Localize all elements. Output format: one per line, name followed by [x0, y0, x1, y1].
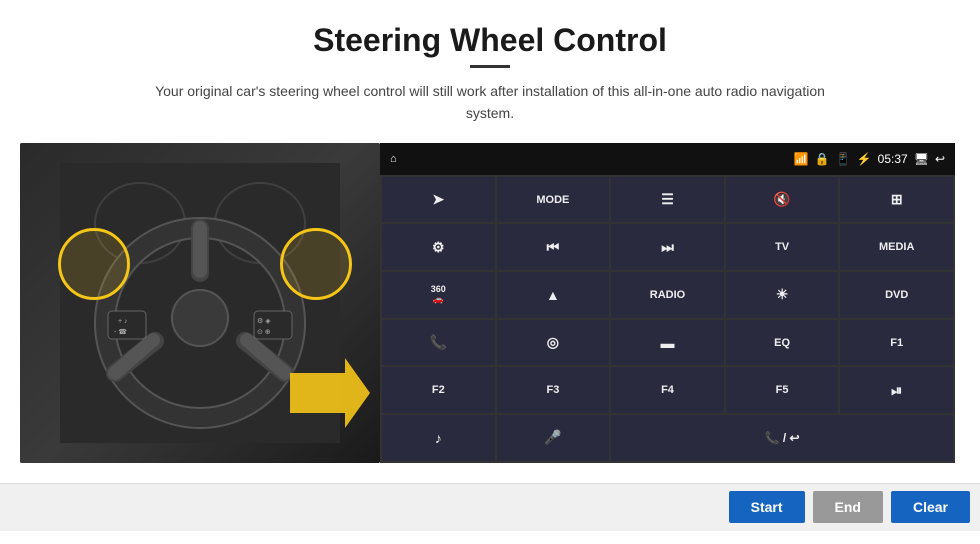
btn-f3[interactable]: F3 [497, 367, 610, 413]
status-right: 📶 🔒 📱 ⚡ 05:37 🖥 ↩ [794, 152, 945, 166]
lock-icon: 🔒 [815, 152, 830, 166]
svg-text:- ☎: - ☎ [114, 328, 127, 336]
btn-eject[interactable]: ▲ [497, 272, 610, 318]
btn-call[interactable]: 📞 / ↩ [611, 415, 953, 461]
btn-apps[interactable]: ⊞ [840, 177, 953, 223]
btn-settings[interactable]: ⚙ [382, 224, 495, 270]
button-grid: ➤ MODE ☰ 🔇 ⊞ ⚙ ⏮ ⏭ TV MEDIA 360🚗 ▲ RADIO… [380, 175, 955, 463]
bottom-bar: Start End Clear [0, 483, 980, 531]
btn-nav2[interactable]: ◎ [497, 320, 610, 366]
status-left: ⌂ [390, 153, 397, 165]
btn-f5[interactable]: F5 [726, 367, 839, 413]
back-icon: ↩ [935, 152, 945, 166]
svg-text:⊙ ⊕: ⊙ ⊕ [257, 329, 271, 336]
highlight-circle-right [280, 228, 352, 300]
clear-button[interactable]: Clear [891, 491, 970, 523]
clock: 05:37 [878, 152, 908, 166]
highlight-circle-left [58, 228, 130, 300]
page-title: Steering Wheel Control [0, 0, 980, 65]
btn-mode[interactable]: MODE [497, 177, 610, 223]
btn-dvd[interactable]: DVD [840, 272, 953, 318]
start-button[interactable]: Start [729, 491, 805, 523]
btn-eq[interactable]: EQ [726, 320, 839, 366]
btn-mute[interactable]: 🔇 [726, 177, 839, 223]
btn-prev[interactable]: ⏮ [497, 224, 610, 270]
subtitle: Your original car's steering wheel contr… [140, 80, 840, 125]
android-panel: ⌂ 📶 🔒 📱 ⚡ 05:37 🖥 ↩ ➤ MODE ☰ 🔇 ⊞ ⚙ ⏮ ⏭ [380, 143, 955, 463]
btn-list[interactable]: ☰ [611, 177, 724, 223]
svg-text:⚙ ◈: ⚙ ◈ [257, 317, 271, 325]
sim-icon: 📱 [836, 152, 851, 166]
btn-playpause[interactable]: ⏯ [840, 367, 953, 413]
btn-music[interactable]: ♪ [382, 415, 495, 461]
wifi-icon: 📶 [794, 152, 809, 166]
end-button[interactable]: End [813, 491, 883, 523]
btn-mic[interactable]: 🎤 [497, 415, 610, 461]
btn-media[interactable]: MEDIA [840, 224, 953, 270]
content-area: + ♪ - ☎ ⚙ ◈ ⊙ ⊕ ⌂ 📶 🔒 [0, 143, 980, 483]
bluetooth-icon: ⚡ [857, 152, 872, 166]
btn-f2[interactable]: F2 [382, 367, 495, 413]
btn-f1[interactable]: F1 [840, 320, 953, 366]
btn-radio[interactable]: RADIO [611, 272, 724, 318]
svg-text:+ ♪: + ♪ [118, 318, 128, 325]
btn-brightness[interactable]: ☀ [726, 272, 839, 318]
status-bar: ⌂ 📶 🔒 📱 ⚡ 05:37 🖥 ↩ [380, 143, 955, 175]
monitor-icon: 🖥 [914, 152, 929, 166]
btn-next[interactable]: ⏭ [611, 224, 724, 270]
btn-navigate[interactable]: ➤ [382, 177, 495, 223]
btn-phone[interactable]: 📞 [382, 320, 495, 366]
home-icon: ⌂ [390, 153, 397, 165]
btn-360[interactable]: 360🚗 [382, 272, 495, 318]
btn-rect[interactable]: ▬ [611, 320, 724, 366]
btn-f4[interactable]: F4 [611, 367, 724, 413]
btn-tv[interactable]: TV [726, 224, 839, 270]
car-image: + ♪ - ☎ ⚙ ◈ ⊙ ⊕ [20, 143, 380, 463]
title-divider [470, 65, 510, 68]
